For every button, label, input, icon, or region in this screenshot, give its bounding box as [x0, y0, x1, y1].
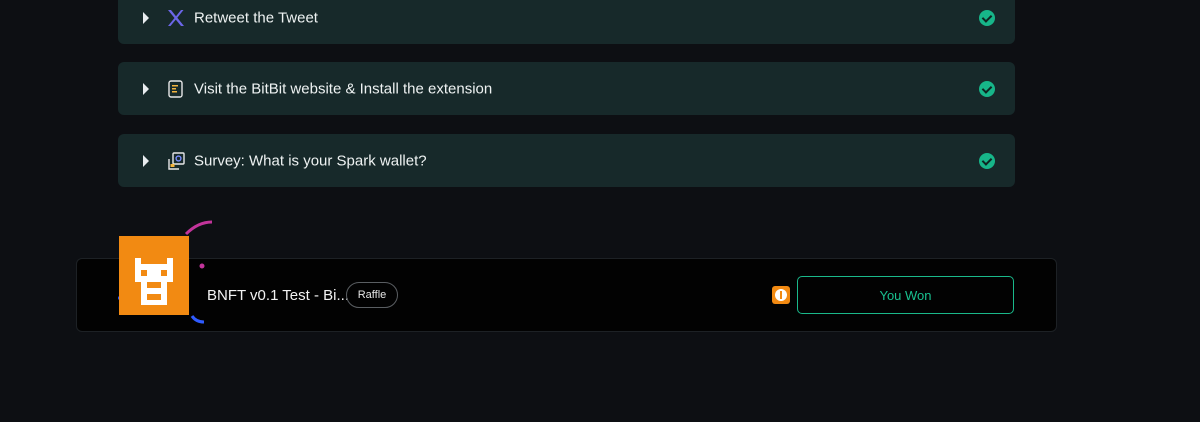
pixel-robot-icon — [135, 258, 173, 305]
task-label: Visit the BitBit website & Install the e… — [194, 80, 493, 97]
survey-icon — [168, 151, 185, 170]
x-logo-icon — [168, 9, 184, 26]
prize-avatar — [119, 236, 189, 315]
task-card-visit-website[interactable]: Visit the BitBit website & Install the e… — [118, 62, 1015, 115]
expand-caret-icon[interactable] — [143, 154, 149, 167]
check-icon — [979, 80, 995, 97]
you-won-button[interactable]: You Won — [797, 276, 1014, 314]
prize-title[interactable]: BNFT v0.1 Test - Bi... — [207, 287, 349, 304]
check-icon — [979, 152, 995, 169]
document-icon — [168, 79, 183, 98]
raffle-badge: Raffle — [346, 282, 398, 308]
task-card-survey[interactable]: Survey: What is your Spark wallet? — [118, 134, 1015, 187]
task-card-retweet[interactable]: Retweet the Tweet — [118, 0, 1015, 44]
expand-caret-icon[interactable] — [143, 82, 149, 95]
info-icon[interactable] — [772, 286, 790, 304]
task-label: Retweet the Tweet — [194, 9, 318, 26]
check-icon — [979, 9, 995, 26]
task-label: Survey: What is your Spark wallet? — [194, 152, 427, 169]
prize-avatar-wrap — [112, 218, 222, 330]
expand-caret-icon[interactable] — [143, 11, 149, 24]
